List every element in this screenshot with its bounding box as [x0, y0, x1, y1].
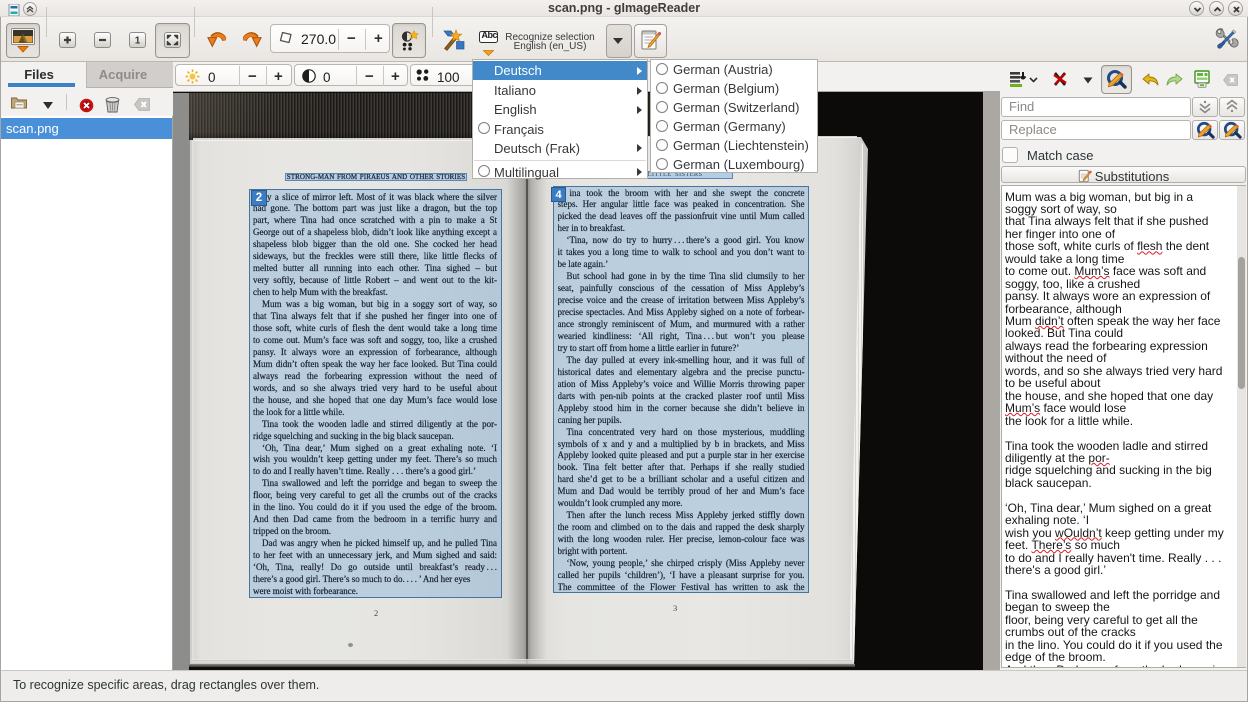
svg-text:1: 1	[135, 36, 141, 47]
